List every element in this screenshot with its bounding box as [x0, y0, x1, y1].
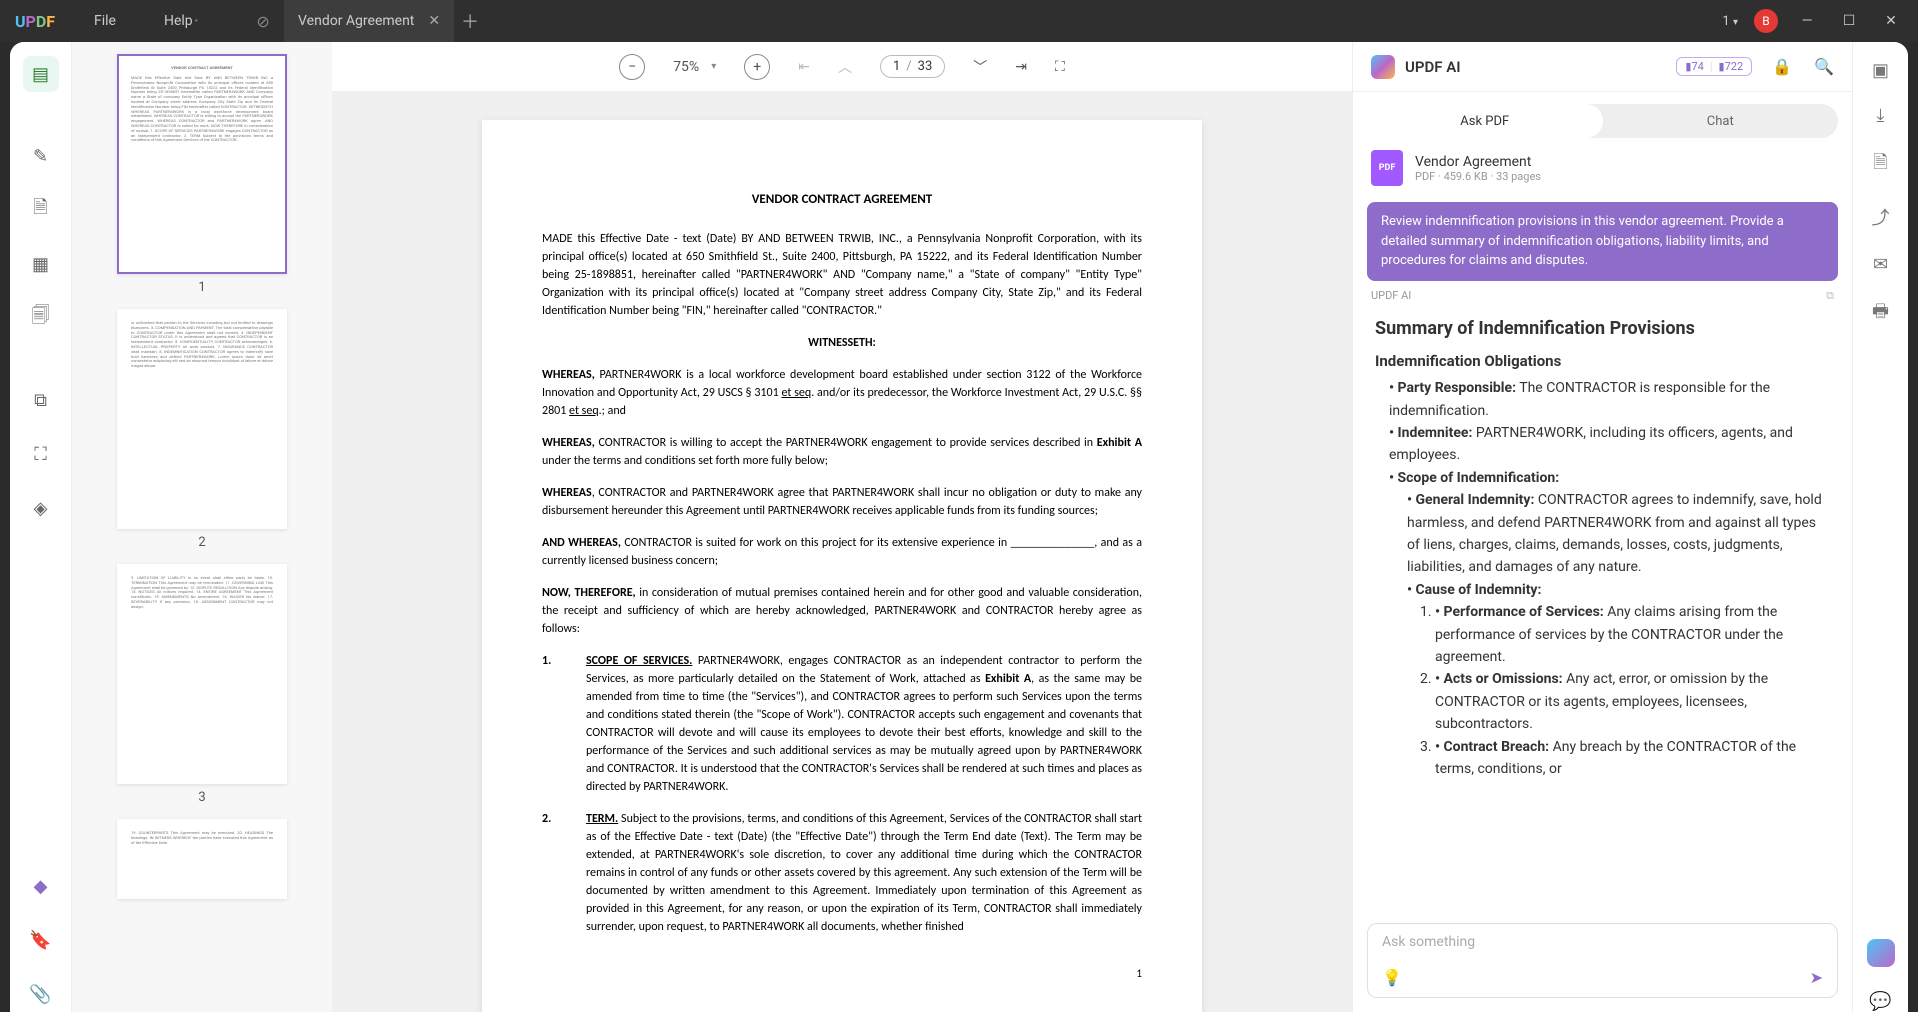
pdf-file-icon: PDF	[1371, 150, 1403, 186]
suggestion-icon[interactable]: 💡	[1382, 968, 1402, 987]
print-icon[interactable]: 🖶	[1872, 299, 1889, 329]
crop-icon[interactable]: ⛶	[23, 436, 59, 472]
export-icon[interactable]: ⤓	[1877, 105, 1885, 126]
doc-paragraph: AND WHEREAS, CONTRACTOR is suited for wo…	[542, 534, 1142, 570]
doc-numbered-item: 2. TERM. Subject to the provisions, term…	[542, 810, 1142, 936]
doc-paragraph: NOW, THEREFORE, in consideration of mutu…	[542, 584, 1142, 638]
convert-icon[interactable]: 🗎	[1873, 150, 1887, 180]
layers-icon[interactable]: ◆	[23, 868, 59, 904]
doc-numbered-item: 1. SCOPE OF SERVICES. PARTNER4WORK, enga…	[542, 652, 1142, 796]
ai-input-placeholder[interactable]: Ask something	[1382, 934, 1823, 950]
doc-title: VENDOR CONTRACT AGREEMENT	[542, 190, 1142, 210]
ai-input-box[interactable]: Ask something 💡 ➤	[1367, 923, 1838, 998]
ai-panel-title: UPDF AI	[1405, 58, 1461, 76]
thumbnail-3[interactable]: 9. LIMITATION OF LIABILITY In no event s…	[92, 564, 312, 805]
response-subheading: Indemnification Obligations	[1375, 349, 1830, 373]
zoom-out-button[interactable]: −	[619, 54, 645, 80]
ocr-icon[interactable]: ▣	[1872, 60, 1889, 81]
watermark-icon[interactable]: ◈	[23, 490, 59, 526]
last-page-icon[interactable]: ⇥	[1015, 59, 1027, 75]
ai-toggle-icon[interactable]	[1867, 939, 1895, 967]
document-area: − 75%▾ + ⇤ ︿ 1 / 33 ﹀ ⇥ ⛶ VENDOR CONTRAC…	[332, 42, 1352, 1012]
user-message-bubble: Review indemnification provisions in thi…	[1367, 202, 1838, 281]
page-number-input[interactable]: 1 / 33	[880, 55, 945, 78]
thumbnail-4[interactable]: 19. COUNTERPARTS This Agreement may be e…	[92, 819, 312, 899]
next-page-icon[interactable]: ﹀	[973, 57, 987, 77]
thumb-number: 1	[92, 280, 312, 295]
thumb-number: 3	[92, 790, 312, 805]
window-close-icon[interactable]: ✕	[1878, 13, 1904, 29]
ai-doc-info: PDF Vendor Agreement PDF · 459.6 KB · 33…	[1353, 138, 1852, 198]
left-tool-rail: ▤ ✎ 🗎 ▦ 🗐 ⧉ ⛶ ◈ ◆ 🔖 📎	[10, 42, 72, 1012]
window-minimize-icon[interactable]: —	[1794, 13, 1820, 29]
ai-panel: UPDF AI ▮74|▮722 🔒 🔍 Ask PDF Chat PDF Ve…	[1352, 42, 1852, 1012]
send-icon[interactable]: ➤	[1810, 968, 1823, 987]
doc-witnesseth: WITNESSETH:	[542, 334, 1142, 352]
ai-source-label: UPDF AI	[1371, 289, 1411, 303]
doc-paragraph: WHEREAS, CONTRACTOR and PARTNER4WORK agr…	[542, 484, 1142, 520]
menu-help[interactable]: Help	[140, 0, 222, 42]
ai-response: Summary of Indemnification Provisions In…	[1353, 307, 1852, 914]
response-heading: Summary of Indemnification Provisions	[1375, 315, 1830, 344]
reader-mode-icon[interactable]: ▤	[23, 56, 59, 92]
first-page-icon[interactable]: ⇤	[798, 59, 810, 75]
comments-icon[interactable]: 💬	[1869, 991, 1891, 1012]
prev-page-icon[interactable]: ︿	[838, 57, 852, 77]
user-avatar[interactable]: B	[1754, 9, 1778, 33]
highlight-icon[interactable]: ✎	[23, 138, 59, 174]
bookmark-icon[interactable]: 🔖	[23, 922, 59, 958]
ai-tabs: Ask PDF Chat	[1367, 104, 1838, 138]
thumbnail-1[interactable]: VENDOR CONTRACT AGREEMENTMADE this Effec…	[92, 54, 312, 295]
tab-ask-pdf[interactable]: Ask PDF	[1367, 104, 1603, 138]
version-indicator[interactable]: 1 ▾	[1722, 14, 1738, 29]
pdf-page[interactable]: VENDOR CONTRACT AGREEMENT MADE this Effe…	[482, 120, 1202, 1012]
tab-close-icon[interactable]: ✕	[428, 13, 440, 29]
ai-doc-name: Vendor Agreement	[1415, 154, 1541, 170]
thumb-number: 2	[92, 535, 312, 550]
page-organize-icon[interactable]: ▦	[23, 246, 59, 282]
updf-ai-logo-icon	[1371, 55, 1395, 79]
doc-paragraph: WHEREAS, PARTNER4WORK is a local workfor…	[542, 366, 1142, 420]
tab-chat[interactable]: Chat	[1603, 104, 1839, 138]
email-icon[interactable]: ✉	[1873, 254, 1888, 275]
edit-text-icon[interactable]: 🗎	[23, 192, 59, 228]
zoom-in-button[interactable]: +	[744, 54, 770, 80]
tab-new-button[interactable]: ＋	[454, 8, 486, 34]
tab-home-icon[interactable]: ⊘	[242, 0, 284, 42]
document-toolbar: − 75%▾ + ⇤ ︿ 1 / 33 ﹀ ⇥ ⛶	[332, 42, 1352, 92]
doc-paragraph: MADE this Effective Date - text (Date) B…	[542, 230, 1142, 320]
app-logo: UPDF	[0, 12, 70, 31]
tab-active[interactable]: Vendor Agreement ✕	[284, 0, 454, 42]
copy-icon[interactable]: ⧉	[1826, 289, 1834, 303]
thumbnails-panel: VENDOR CONTRACT AGREEMENTMADE this Effec…	[72, 42, 332, 1012]
presentation-icon[interactable]: ⛶	[1055, 59, 1065, 75]
search-icon[interactable]: 🔍	[1814, 57, 1834, 76]
zoom-dropdown[interactable]: 75%▾	[673, 59, 716, 75]
window-maximize-icon[interactable]: ☐	[1836, 13, 1862, 29]
menu-file[interactable]: File	[70, 0, 140, 42]
ai-doc-meta: PDF · 459.6 KB · 33 pages	[1415, 170, 1541, 183]
tab-label: Vendor Agreement	[298, 13, 414, 29]
redact-icon[interactable]: ⧉	[23, 382, 59, 418]
lock-icon[interactable]: 🔒	[1772, 57, 1792, 76]
attachment-icon[interactable]: 📎	[23, 976, 59, 1012]
page-manage-icon[interactable]: 🗐	[23, 300, 59, 336]
page-footer-number: 1	[542, 966, 1142, 983]
right-tool-rail: ▣ ⤓ 🗎 ⤴ ✉ 🖶 💬	[1852, 42, 1908, 1012]
share-icon[interactable]: ⤴	[1872, 204, 1890, 230]
thumbnail-2[interactable]: or unfinished that pertain to the Servic…	[92, 309, 312, 550]
ai-quota-badge[interactable]: ▮74|▮722	[1676, 57, 1752, 76]
doc-paragraph: WHEREAS, CONTRACTOR is willing to accept…	[542, 434, 1142, 470]
